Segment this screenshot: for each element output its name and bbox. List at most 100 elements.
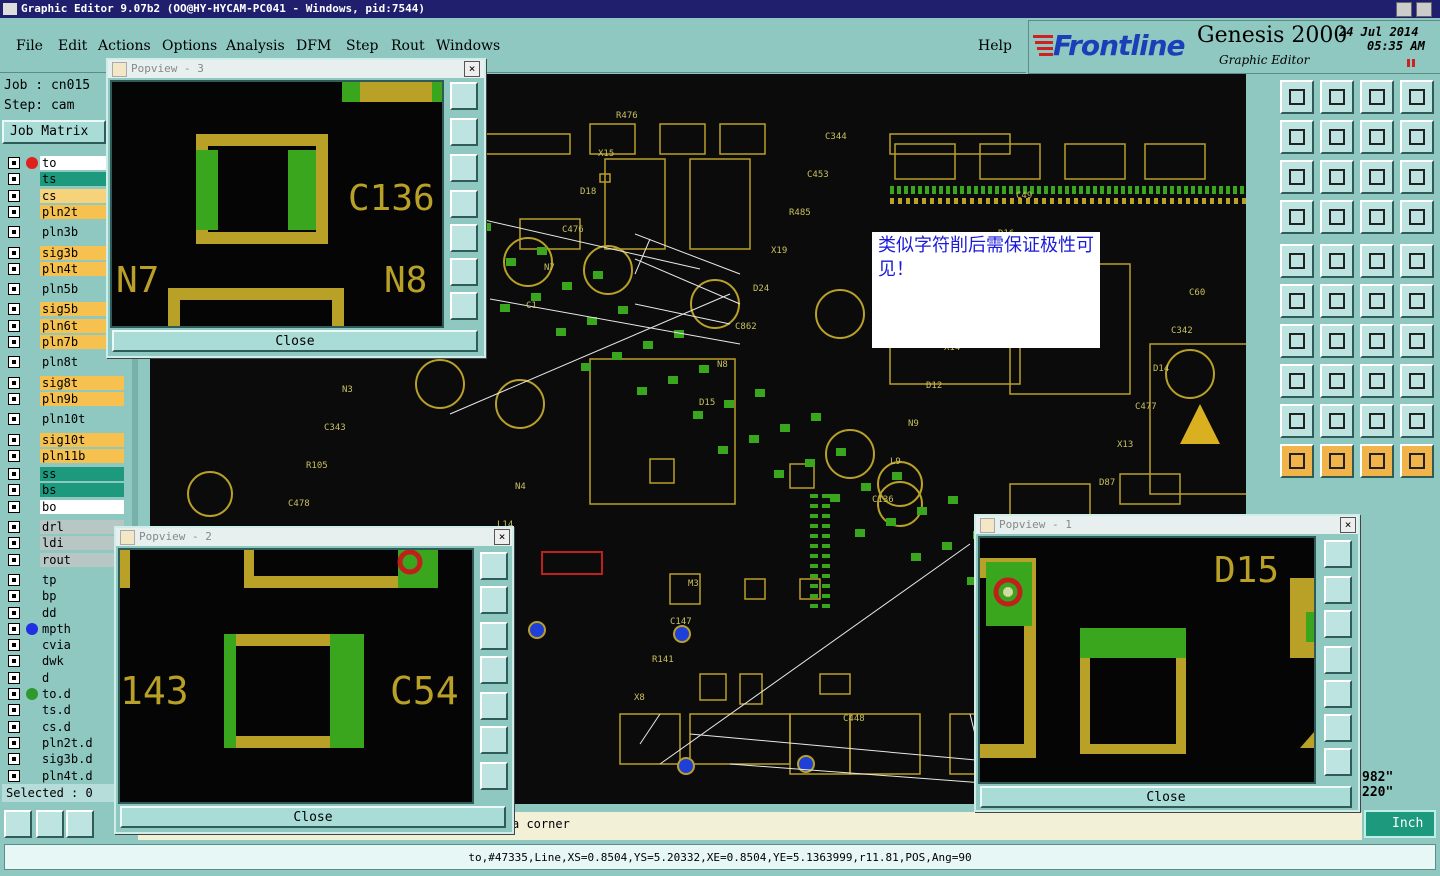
slash-icon[interactable] xyxy=(1320,324,1354,358)
grid-icon[interactable] xyxy=(1320,200,1354,234)
layer-checkbox[interactable] xyxy=(8,573,20,586)
layer-checkbox[interactable] xyxy=(8,246,20,259)
layer-checkbox[interactable] xyxy=(8,433,20,446)
layer-checkbox[interactable] xyxy=(8,336,20,348)
angle-icon[interactable] xyxy=(1280,324,1314,358)
extend-icon[interactable] xyxy=(1400,284,1434,318)
ruler-icon[interactable] xyxy=(1280,200,1314,234)
popview-3-tool-3[interactable] xyxy=(450,154,478,182)
layer-row[interactable]: drl xyxy=(6,520,124,534)
layer-row[interactable]: cvia xyxy=(6,638,124,653)
menu-options[interactable]: Options xyxy=(162,38,217,54)
popview-3-view[interactable]: C136 N7 N8 xyxy=(110,80,444,328)
node-icon[interactable] xyxy=(1280,364,1314,398)
menu-dfm[interactable]: DFM xyxy=(296,38,331,54)
pointer-active-icon[interactable] xyxy=(1360,444,1394,478)
popview-1-tool-2[interactable] xyxy=(1324,576,1352,604)
scale-one-to-two-icon[interactable] xyxy=(1360,160,1394,194)
layer-row[interactable]: pln10t xyxy=(6,412,124,427)
zoom-center-icon[interactable] xyxy=(1320,160,1354,194)
layer-row[interactable]: ss xyxy=(6,467,124,482)
layer-checkbox[interactable] xyxy=(8,157,20,169)
snap-red-2-icon[interactable] xyxy=(1400,200,1434,234)
job-matrix-button[interactable]: Job Matrix xyxy=(2,120,106,144)
layer-checkbox[interactable] xyxy=(8,449,20,462)
menu-step[interactable]: Step xyxy=(346,38,378,54)
layer-row[interactable]: bs xyxy=(6,483,124,498)
popview-3-close-icon[interactable]: × xyxy=(464,61,480,77)
layer-checkbox[interactable] xyxy=(8,484,20,497)
path-icon[interactable] xyxy=(1400,444,1434,478)
snap-tool-button[interactable] xyxy=(4,810,32,838)
grid-tool-button[interactable] xyxy=(66,810,94,838)
popview-3-titlebar[interactable]: Popview - 3 xyxy=(108,60,484,78)
popview-3-tool-2[interactable] xyxy=(450,118,478,146)
minimize-button[interactable] xyxy=(1396,2,1412,17)
move-left-icon[interactable] xyxy=(1280,120,1314,154)
line-icon[interactable] xyxy=(1320,244,1354,278)
popview-3-tool-1[interactable] xyxy=(450,82,478,110)
triangle-red-icon[interactable] xyxy=(1280,404,1314,438)
layer-checkbox[interactable] xyxy=(8,303,20,316)
layer-row[interactable]: tp xyxy=(6,572,124,587)
layer-checkbox[interactable] xyxy=(8,205,20,218)
menu-rout[interactable]: Rout xyxy=(391,38,425,54)
a-red-icon[interactable] xyxy=(1400,404,1434,438)
dot-icon[interactable] xyxy=(1400,244,1434,278)
layer-checkbox[interactable] xyxy=(8,769,20,782)
popview-1-tool-1[interactable] xyxy=(1324,540,1352,568)
layer-row[interactable]: bp xyxy=(6,589,124,604)
menu-windows[interactable]: Windows xyxy=(436,38,500,54)
add-line-icon[interactable] xyxy=(1360,284,1394,318)
upload-icon[interactable] xyxy=(1280,80,1314,114)
snap-red-icon[interactable] xyxy=(1360,200,1394,234)
minus-icon[interactable] xyxy=(1320,364,1354,398)
layer-checkbox[interactable] xyxy=(8,606,20,619)
popview-1-close-button[interactable]: Close xyxy=(980,786,1352,808)
cross-icon[interactable] xyxy=(1320,284,1354,318)
layer-checkbox[interactable] xyxy=(8,671,20,684)
layer-row[interactable]: sig8t xyxy=(6,375,124,390)
popview-2-tool-6[interactable] xyxy=(480,726,508,754)
layer-checkbox[interactable] xyxy=(8,468,20,481)
pad-icon[interactable] xyxy=(1280,244,1314,278)
menu-analysis[interactable]: Analysis xyxy=(226,38,285,54)
popview-3-close-button[interactable]: Close xyxy=(112,330,478,352)
fill-icon[interactable] xyxy=(1400,324,1434,358)
pointer-box-icon[interactable] xyxy=(1320,444,1354,478)
window-icon[interactable] xyxy=(1400,80,1434,114)
layer-row[interactable]: sig3b.d xyxy=(6,752,124,767)
layer-checkbox[interactable] xyxy=(8,283,20,296)
measure-tool-button[interactable] xyxy=(36,810,64,838)
pointer-icon[interactable] xyxy=(1280,444,1314,478)
layer-row[interactable]: rout xyxy=(6,552,124,567)
layer-checkbox[interactable] xyxy=(8,720,20,733)
layer-checkbox[interactable] xyxy=(8,262,20,275)
measure-bar-icon[interactable] xyxy=(1360,244,1394,278)
layer-checkbox[interactable] xyxy=(8,500,20,513)
popview-2-tool-7[interactable] xyxy=(480,762,508,790)
layer-checkbox[interactable] xyxy=(8,704,20,717)
popview-1-tool-7[interactable] xyxy=(1324,748,1352,776)
layer-row[interactable]: dd xyxy=(6,605,124,620)
layer-row[interactable]: bo xyxy=(6,499,124,514)
swap-icon[interactable] xyxy=(1360,120,1394,154)
layer-checkbox[interactable] xyxy=(8,413,20,426)
arc-icon[interactable] xyxy=(1360,324,1394,358)
layer-checkbox[interactable] xyxy=(8,553,20,566)
popview-1-view[interactable]: D15 xyxy=(978,536,1316,784)
circles-icon[interactable] xyxy=(1400,364,1434,398)
resize-icon[interactable] xyxy=(1360,364,1394,398)
popview-2-tool-4[interactable] xyxy=(480,656,508,684)
layer-checkbox[interactable] xyxy=(8,376,20,389)
layer-row[interactable]: pln2t.d xyxy=(6,735,124,750)
a-icon[interactable] xyxy=(1360,404,1394,438)
popview-1-tool-5[interactable] xyxy=(1324,680,1352,708)
popview-1-tool-3[interactable] xyxy=(1324,610,1352,638)
layer-checkbox[interactable] xyxy=(8,356,20,369)
menu-help[interactable]: Help xyxy=(978,38,1012,54)
pause-icon[interactable] xyxy=(1407,59,1415,67)
popview-1-tool-6[interactable] xyxy=(1324,714,1352,742)
home-icon[interactable] xyxy=(1360,80,1394,114)
popview-1-tool-4[interactable] xyxy=(1324,646,1352,674)
